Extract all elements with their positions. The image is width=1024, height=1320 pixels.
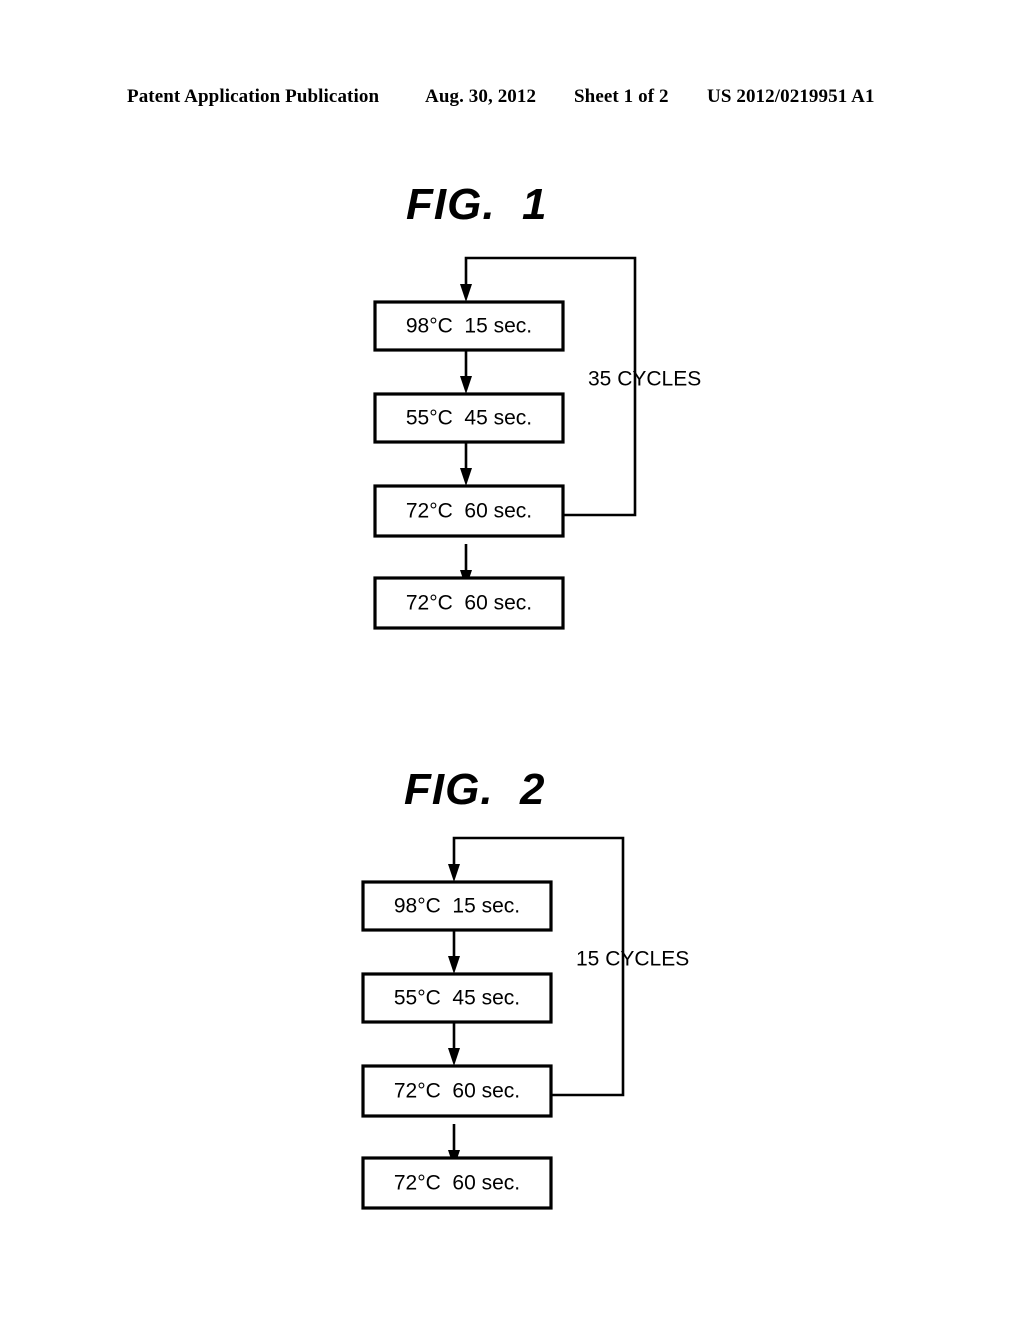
- figure-1-cycles-label: 35 CYCLES: [588, 368, 701, 391]
- figure-2-step-box-4: 72°C 60 sec.: [361, 1156, 553, 1210]
- figure-1-step-box-2: 55°C 45 sec.: [373, 392, 565, 444]
- figure-1-step-box-1: 98°C 15 sec.: [373, 300, 565, 352]
- page-header: Patent Application Publication Aug. 30, …: [0, 86, 1024, 112]
- figure-2-step-box-3: 72°C 60 sec.: [361, 1064, 553, 1118]
- figure-2-flowchart: 98°C 15 sec. 55°C 45 sec. 72°C 60 sec. 7…: [318, 820, 738, 1225]
- figure-2-step-box-1: 98°C 15 sec.: [361, 880, 553, 932]
- figure-2-step-box-2: 55°C 45 sec.: [361, 972, 553, 1024]
- figure-1-step-label-2: 55°C 45 sec.: [406, 407, 532, 430]
- figure-2-connector-2: [448, 1022, 460, 1066]
- figure-1-step-box-3: 72°C 60 sec.: [373, 484, 565, 538]
- figure-2-title: FIG. 2: [404, 765, 546, 814]
- figure-1-step-label-3: 72°C 60 sec.: [406, 500, 532, 523]
- figure-1-step-label-4: 72°C 60 sec.: [406, 592, 532, 615]
- figure-2-step-label-2: 55°C 45 sec.: [394, 987, 520, 1010]
- figure-1-connector-2: [460, 442, 472, 486]
- figure-2-step-label-4: 72°C 60 sec.: [394, 1172, 520, 1195]
- figure-2-step-label-1: 98°C 15 sec.: [394, 895, 520, 918]
- figure-2-loop-arrowhead: [448, 864, 460, 882]
- figure-1-step-label-1: 98°C 15 sec.: [406, 315, 532, 338]
- header-publication-title: Patent Application Publication: [127, 86, 380, 107]
- figure-1-loop-arrowhead: [460, 284, 472, 302]
- figure-1-step-box-4: 72°C 60 sec.: [373, 576, 565, 630]
- figure-2-cycles-label: 15 CYCLES: [576, 948, 689, 971]
- figure-1-title: FIG. 1: [406, 180, 548, 229]
- header-sheet-number: Sheet 1 of 2: [574, 86, 669, 107]
- figure-2-connector-1: [448, 930, 460, 974]
- figure-1-connector-1: [460, 350, 472, 394]
- figure-2-step-label-3: 72°C 60 sec.: [394, 1080, 520, 1103]
- header-patent-number: US 2012/0219951 A1: [707, 86, 875, 107]
- figure-1-flowchart: 98°C 15 sec. 55°C 45 sec. 72°C 60 sec. 7…: [330, 240, 750, 645]
- header-publication-date: Aug. 30, 2012: [425, 86, 537, 107]
